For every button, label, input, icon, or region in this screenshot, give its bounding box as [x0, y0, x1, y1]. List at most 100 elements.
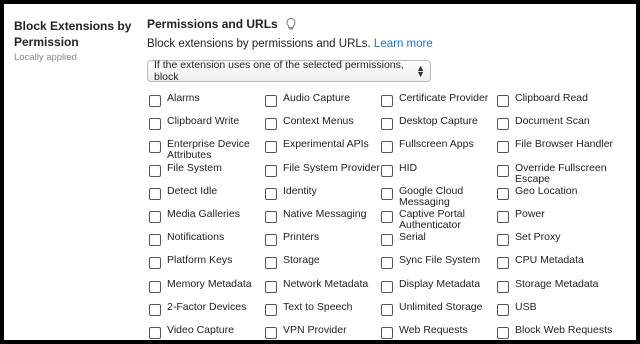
- permission-option[interactable]: 2-Factor Devices: [147, 300, 263, 323]
- permission-option[interactable]: Geo Location: [495, 184, 611, 207]
- permission-option[interactable]: Desktop Capture: [379, 114, 495, 137]
- permission-label: Power: [515, 207, 545, 220]
- permission-checkbox[interactable]: [265, 257, 277, 270]
- permission-label: Audio Capture: [283, 92, 351, 104]
- permission-option[interactable]: Captive Portal Authenticator: [379, 207, 495, 230]
- permission-option[interactable]: Media Galleries: [147, 207, 263, 230]
- permission-checkbox[interactable]: [497, 326, 509, 339]
- permission-checkbox[interactable]: [149, 210, 161, 223]
- permission-option[interactable]: Google Cloud Messaging: [379, 184, 495, 207]
- permission-checkbox[interactable]: [265, 95, 277, 107]
- permission-option[interactable]: File System: [147, 161, 263, 184]
- permission-option[interactable]: Printers: [263, 230, 379, 253]
- permission-checkbox[interactable]: [265, 326, 277, 339]
- permission-checkbox[interactable]: [149, 234, 161, 247]
- permission-checkbox[interactable]: [381, 326, 393, 339]
- permission-checkbox[interactable]: [497, 280, 509, 293]
- permission-option[interactable]: VPN Provider: [263, 323, 379, 340]
- permission-checkbox[interactable]: [497, 303, 509, 316]
- permission-option[interactable]: File Browser Handler: [495, 137, 613, 160]
- permission-option[interactable]: Detect Idle: [147, 184, 263, 207]
- permission-checkbox[interactable]: [381, 95, 393, 107]
- permission-option[interactable]: Unlimited Storage: [379, 300, 495, 323]
- permission-checkbox[interactable]: [149, 118, 161, 131]
- permission-checkbox[interactable]: [497, 164, 509, 177]
- permission-checkbox[interactable]: [265, 210, 277, 223]
- permission-option[interactable]: Override Fullscreen Escape: [495, 161, 611, 184]
- permission-checkbox[interactable]: [381, 210, 393, 223]
- permission-option[interactable]: Set Proxy: [495, 230, 611, 253]
- permission-option[interactable]: Video Capture: [147, 323, 263, 340]
- permission-checkbox[interactable]: [381, 234, 393, 247]
- permission-option[interactable]: Experimental APIs: [263, 137, 379, 160]
- permission-checkbox[interactable]: [149, 164, 161, 177]
- permission-label: Native Messaging: [283, 207, 367, 220]
- permission-checkbox[interactable]: [497, 187, 509, 200]
- permission-checkbox[interactable]: [497, 210, 509, 223]
- permission-checkbox[interactable]: [149, 187, 161, 200]
- block-mode-value: If the extension uses one of the selecte…: [154, 59, 404, 83]
- permission-option[interactable]: Fullscreen Apps: [379, 137, 495, 160]
- permission-checkbox[interactable]: [381, 164, 393, 177]
- section-description: Block extensions by permissions and URLs…: [147, 38, 433, 50]
- permission-checkbox[interactable]: [497, 95, 509, 107]
- permission-checkbox[interactable]: [381, 187, 393, 200]
- permission-checkbox[interactable]: [381, 257, 393, 270]
- permission-option[interactable]: Context Menus: [263, 114, 379, 137]
- permission-option[interactable]: Certificate Provider: [379, 91, 495, 114]
- permission-option[interactable]: HID: [379, 161, 495, 184]
- permission-checkbox[interactable]: [149, 280, 161, 293]
- block-mode-select[interactable]: If the extension uses one of the selecte…: [147, 59, 431, 83]
- permission-option[interactable]: Display Metadata: [379, 277, 495, 300]
- permission-checkbox[interactable]: [381, 141, 393, 154]
- permission-checkbox[interactable]: [149, 303, 161, 316]
- permission-checkbox[interactable]: [149, 95, 161, 107]
- permission-checkbox[interactable]: [497, 118, 509, 131]
- permission-checkbox[interactable]: [381, 280, 393, 293]
- permission-checkbox[interactable]: [265, 141, 277, 154]
- learn-more-link[interactable]: Learn more: [374, 38, 433, 50]
- permission-option[interactable]: Block Web Requests: [495, 323, 613, 340]
- permission-checkbox[interactable]: [265, 234, 277, 247]
- permission-option[interactable]: Storage Metadata: [495, 277, 611, 300]
- permission-option[interactable]: Storage: [263, 253, 379, 276]
- permission-label: HID: [399, 161, 418, 174]
- permission-label: Block Web Requests: [515, 323, 613, 336]
- permission-checkbox[interactable]: [149, 326, 161, 339]
- permission-option[interactable]: Document Scan: [495, 114, 611, 137]
- updown-arrow-icon: ▲ ▼: [416, 63, 425, 79]
- permission-checkbox[interactable]: [265, 280, 277, 293]
- permission-option[interactable]: CPU Metadata: [495, 253, 611, 276]
- permission-option[interactable]: Text to Speech: [263, 300, 379, 323]
- permission-label: Display Metadata: [399, 277, 481, 290]
- permission-option[interactable]: Identity: [263, 184, 379, 207]
- permission-checkbox[interactable]: [265, 118, 277, 131]
- permission-option[interactable]: File System Provider: [263, 161, 380, 184]
- permission-option[interactable]: Clipboard Write: [147, 114, 263, 137]
- permission-checkbox[interactable]: [149, 141, 161, 154]
- permission-option[interactable]: USB: [495, 300, 611, 323]
- permission-checkbox[interactable]: [497, 257, 509, 270]
- permission-checkbox[interactable]: [381, 303, 393, 316]
- permission-checkbox[interactable]: [265, 303, 277, 316]
- permission-option[interactable]: Native Messaging: [263, 207, 379, 230]
- permission-option[interactable]: Alarms: [147, 91, 263, 114]
- permission-option[interactable]: Serial: [379, 230, 495, 253]
- permission-checkbox[interactable]: [265, 164, 277, 177]
- permission-checkbox[interactable]: [265, 187, 277, 200]
- permission-option[interactable]: Power: [495, 207, 611, 230]
- permission-label: Network Metadata: [283, 277, 369, 290]
- permission-option[interactable]: Enterprise Device Attributes: [147, 137, 263, 161]
- permission-checkbox[interactable]: [149, 257, 161, 270]
- permission-checkbox[interactable]: [381, 118, 393, 131]
- permission-option[interactable]: Clipboard Read: [495, 91, 611, 114]
- permission-option[interactable]: Network Metadata: [263, 277, 379, 300]
- permission-option[interactable]: Web Requests: [379, 323, 495, 340]
- permission-option[interactable]: Sync File System: [379, 253, 495, 276]
- permission-checkbox[interactable]: [497, 141, 509, 154]
- permission-checkbox[interactable]: [497, 234, 509, 247]
- permission-option[interactable]: Audio Capture: [263, 91, 379, 114]
- permission-option[interactable]: Notifications: [147, 230, 263, 253]
- permission-option[interactable]: Memory Metadata: [147, 277, 263, 300]
- permission-option[interactable]: Platform Keys: [147, 253, 263, 276]
